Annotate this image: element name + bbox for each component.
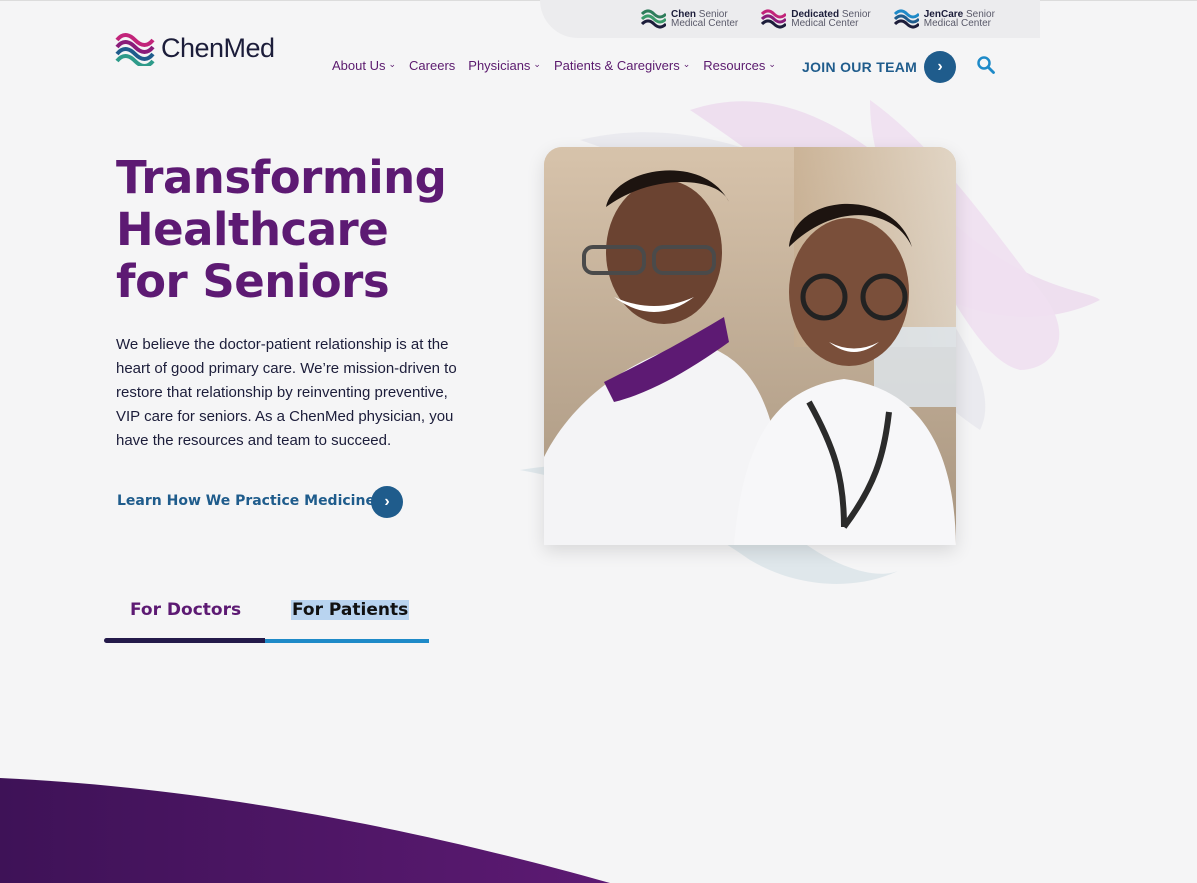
chevron-right-icon: › [937, 58, 943, 75]
tab-for-doctors[interactable]: For Doctors [130, 600, 241, 620]
logo-text: ChenMed [161, 32, 275, 63]
chenmed-logo[interactable]: ChenMed [115, 30, 275, 66]
join-our-team-button[interactable]: › [924, 51, 956, 83]
main-nav: About Us ⌄ Careers Physicians ⌄ Patients… [332, 58, 789, 73]
learn-practice-button[interactable]: › [371, 486, 403, 518]
nav-physicians[interactable]: Physicians ⌄ [468, 58, 541, 73]
nav-label: About Us [332, 58, 386, 73]
jencare-logo-icon [893, 9, 919, 29]
chevron-down-icon: ⌄ [388, 59, 397, 69]
headline-line: Transforming [116, 151, 447, 204]
brand-sub2: Medical Center [923, 18, 992, 29]
dedicated-logo-icon [761, 9, 787, 29]
chenmed-logo-icon [115, 33, 155, 66]
join-our-team-link[interactable]: JOIN OUR TEAM [802, 59, 917, 75]
nav-resources[interactable]: Resources ⌄ [703, 58, 776, 73]
brand-sub2: Medical Center [671, 18, 739, 29]
brand-dedicated-link[interactable]: Dedicated Senior Medical Center [760, 8, 871, 30]
nav-label: Patients & Caregivers [553, 58, 680, 73]
tab-indicator-active [104, 638, 265, 643]
chen-logo-icon [640, 9, 666, 29]
nav-label: Physicians [468, 58, 531, 73]
nav-careers[interactable]: Careers [409, 58, 455, 73]
search-icon[interactable] [977, 56, 995, 74]
headline-line: for Seniors [116, 255, 390, 308]
learn-practice-link[interactable]: Learn How We Practice Medicine [117, 493, 375, 509]
nav-patients-caregivers[interactable]: Patients & Caregivers ⌄ [554, 58, 690, 73]
nav-about-us[interactable]: About Us ⌄ [332, 58, 396, 73]
brand-links: Chen Senior Medical Center Dedicated Sen… [640, 8, 995, 30]
tab-indicator [265, 639, 429, 643]
chevron-down-icon: ⌄ [768, 59, 776, 69]
chevron-down-icon: ⌄ [682, 59, 691, 69]
brand-sub2: Medical Center [791, 18, 859, 29]
tab-for-patients[interactable]: For Patients [291, 600, 410, 620]
brand-chen-link[interactable]: Chen Senior Medical Center [640, 8, 738, 30]
brand-jencare-link[interactable]: JenCare Senior Medical Center [893, 8, 995, 30]
bottom-wave-decoration [0, 778, 610, 883]
nav-label: Resources [703, 58, 766, 73]
audience-tabs: For Doctors For Patients [104, 600, 429, 646]
chevron-down-icon: ⌄ [533, 59, 541, 69]
nav-label: Careers [409, 58, 456, 73]
hero-body-text: We believe the doctor-patient relationsh… [116, 336, 457, 449]
hero-headline: Transforming Healthcare for Seniors [116, 151, 447, 308]
chevron-right-icon: › [384, 493, 390, 510]
headline-line: Healthcare [116, 203, 389, 256]
hero-photo-physicians [544, 147, 956, 545]
